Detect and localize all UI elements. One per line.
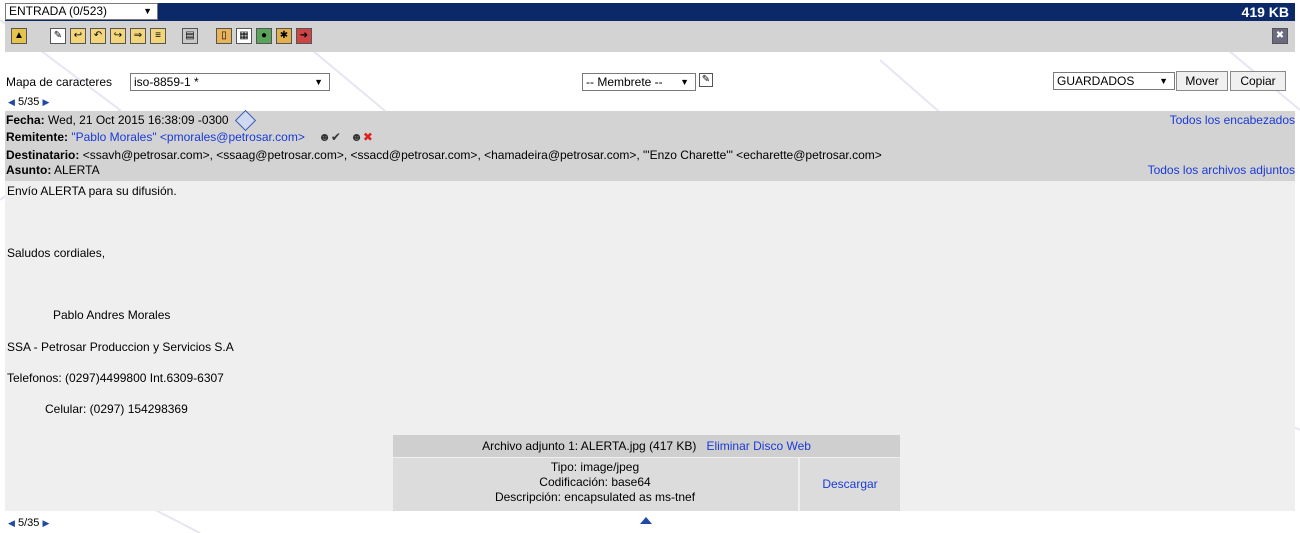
from-value[interactable]: "Pablo Morales" <pmorales@petrosar.com> — [71, 130, 304, 144]
webdisk-link[interactable]: Disco Web — [753, 439, 811, 453]
top-bar: ENTRADA (0/523) ▼ 419 KB — [5, 3, 1295, 21]
copy-button[interactable]: Copiar — [1230, 71, 1286, 91]
attachment-header: Archivo adjunto 1: ALERTA.jpg (417 KB) E… — [393, 435, 900, 457]
reply-all-icon[interactable]: ↶ — [90, 28, 106, 44]
new-letterhead-icon[interactable]: ✎ — [699, 73, 713, 87]
chevron-down-icon: ▼ — [680, 77, 689, 87]
calendar-icon[interactable]: ▦ — [236, 28, 252, 44]
delete-attachment-link[interactable]: Eliminar — [706, 439, 749, 453]
to-label: Destinatario: — [6, 148, 80, 162]
filter-icon[interactable]: ✱ — [276, 28, 292, 44]
attachment-info: Tipo: image/jpeg Codificación: base64 De… — [393, 460, 797, 505]
address-book-icon[interactable]: ▯ — [216, 28, 232, 44]
color-wheel-icon[interactable]: ● — [256, 28, 272, 44]
attachment-details: Tipo: image/jpeg Codificación: base64 De… — [393, 458, 900, 511]
exit-icon[interactable]: ➜ — [296, 28, 312, 44]
new-message-icon[interactable]: ✎ — [50, 28, 66, 44]
download-link[interactable]: Descargar — [800, 458, 900, 511]
body-line: Envío ALERTA para su difusión. — [7, 184, 177, 198]
all-attachments-link[interactable]: Todos los archivos adjuntos — [1148, 163, 1295, 177]
attachment-title: Archivo adjunto 1: ALERTA.jpg (417 KB) — [482, 439, 697, 453]
subject-row: Asunto: ALERTA — [6, 163, 100, 177]
target-folder-select[interactable]: GUARDADOS ▼ — [1053, 72, 1175, 90]
letterhead-select-value: -- Membrete -- — [586, 75, 663, 89]
attachment-description: Descripción: encapsulated as ms-tnef — [494, 490, 696, 504]
next-icon[interactable]: ▶ — [42, 518, 49, 528]
subject-value: ALERTA — [54, 163, 100, 177]
pager-bottom: ◀ 5/35 ▶ — [8, 517, 49, 529]
pager-bottom-label: 5/35 — [17, 517, 40, 529]
redirect-icon[interactable]: ≡ — [150, 28, 166, 44]
letterhead-select[interactable]: -- Membrete -- ▼ — [582, 73, 696, 91]
reply-icon[interactable]: ↩ — [70, 28, 86, 44]
charset-select-value: iso-8859-1 * — [134, 75, 199, 89]
pager-top: ◀ 5/35 ▶ — [8, 96, 49, 108]
attachment-type: Tipo: image/jpeg — [550, 460, 640, 474]
body-line: Pablo Andres Morales — [53, 308, 171, 322]
body-line: SSA - Petrosar Produccion y Servicios S.… — [7, 340, 234, 354]
attachment-box: Archivo adjunto 1: ALERTA.jpg (417 KB) E… — [393, 435, 900, 511]
date-label: Fecha: — [6, 113, 45, 127]
subject-label: Asunto: — [6, 163, 52, 177]
chevron-down-icon: ▼ — [314, 77, 323, 87]
mailbox-size: 419 KB — [1241, 4, 1289, 20]
from-row: Remitente: "Pablo Morales" <pmorales@pet… — [6, 130, 373, 144]
pager-top-label: 5/35 — [17, 96, 40, 108]
next-icon[interactable]: ▶ — [42, 97, 49, 107]
folder-select-value: ENTRADA (0/523) — [9, 4, 108, 18]
body-line: Saludos cordiales, — [7, 246, 106, 260]
chevron-down-icon: ▼ — [143, 6, 152, 16]
forward-icon[interactable]: ↪ — [110, 28, 126, 44]
folder-select[interactable]: ENTRADA (0/523) ▼ — [5, 3, 158, 20]
charset-row: Mapa de caracteres iso-8859-1 * ▼ -- Mem… — [6, 71, 1296, 92]
date-row: Fecha: Wed, 21 Oct 2015 16:38:09 -0300 — [6, 110, 257, 132]
chevron-down-icon: ▼ — [1159, 76, 1168, 86]
message-header: Fecha: Wed, 21 Oct 2015 16:38:09 -0300 T… — [5, 110, 1295, 181]
block-sender-icon[interactable]: ☻✖ — [350, 130, 373, 144]
previous-icon[interactable]: ◀ — [8, 97, 15, 107]
move-button[interactable]: Mover — [1176, 71, 1228, 91]
previous-icon[interactable]: ◀ — [8, 518, 15, 528]
from-label: Remitente: — [6, 130, 69, 144]
body-line: Telefonos: (0297)4499800 Int.6309-6307 — [7, 371, 224, 385]
forward-attachment-icon[interactable]: ⇒ — [130, 28, 146, 44]
all-headers-link[interactable]: Todos los encabezados — [1170, 113, 1295, 127]
view-source-icon[interactable] — [234, 110, 257, 132]
add-contact-icon[interactable]: ☻✔ — [318, 130, 341, 144]
to-value: <ssavh@petrosar.com>, <ssaag@petrosar.co… — [82, 148, 882, 162]
scroll-top-icon[interactable] — [640, 517, 652, 524]
body-line: Celular: (0297) 154298369 — [45, 402, 188, 416]
print-icon[interactable]: ▤ — [182, 28, 198, 44]
toolbar: ▲ ✎ ↩ ↶ ↪ ⇒ ≡ ▤ ▯ ▦ ● ✱ ➜ ✖ — [5, 21, 1295, 52]
trash-icon[interactable]: ✖ — [1272, 28, 1288, 44]
target-folder-value: GUARDADOS — [1057, 74, 1135, 88]
date-value: Wed, 21 Oct 2015 16:38:09 -0300 — [48, 113, 229, 127]
folder-up-icon[interactable]: ▲ — [11, 28, 27, 44]
to-row: Destinatario: <ssavh@petrosar.com>, <ssa… — [6, 148, 882, 162]
attachment-encoding: Codificación: base64 — [539, 475, 651, 489]
charset-label: Mapa de caracteres — [6, 75, 113, 89]
charset-select[interactable]: iso-8859-1 * ▼ — [130, 73, 330, 91]
